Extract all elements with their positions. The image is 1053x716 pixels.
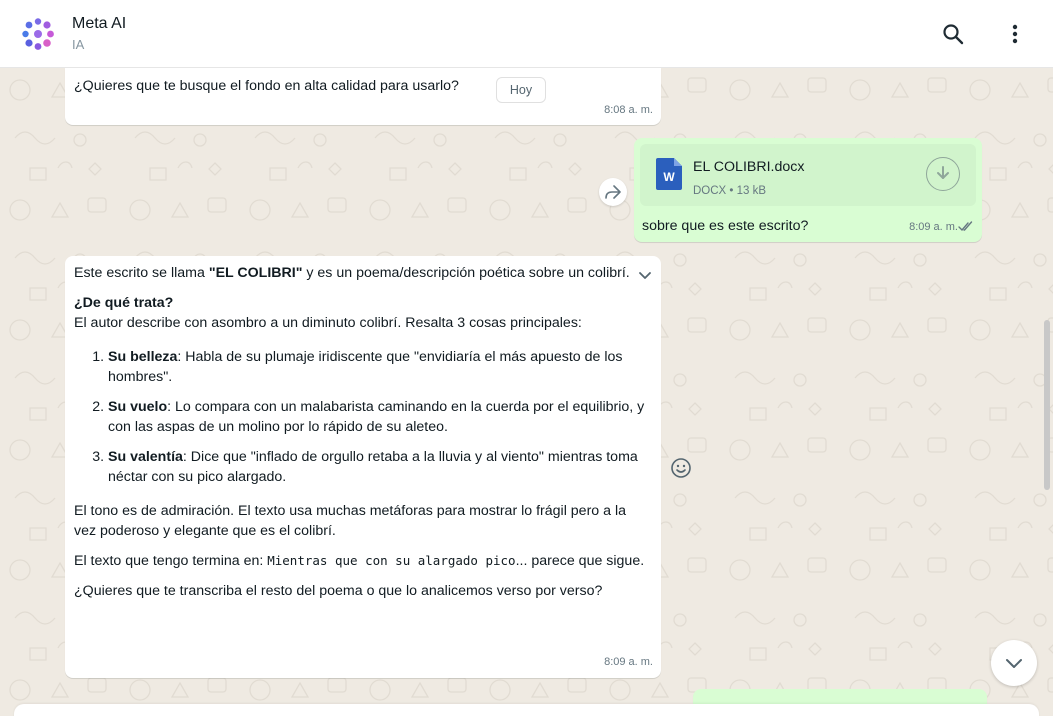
point-label: Su valentía: [108, 449, 183, 465]
intro-title: "EL COLIBRI": [208, 265, 303, 281]
list-item: Su belleza: Habla de su plumaje iridisce…: [108, 347, 652, 387]
ending-quote: Mientras que con su alargado pico: [267, 553, 516, 568]
intro-text-end: y es un poema/descripción poética sobre …: [302, 265, 630, 281]
incoming-message[interactable]: Este escrito se llama "EL COLIBRI" y es …: [65, 256, 661, 678]
message-text: sobre que es este escrito?: [642, 218, 809, 234]
ending-text: El texto que tengo termina en:: [74, 553, 268, 569]
summary-text: El autor describe con asombro a un dimin…: [74, 315, 582, 331]
contact-name: Meta AI: [72, 14, 127, 32]
svg-text:W: W: [663, 170, 675, 184]
point-text: : Lo compara con un malabarista caminand…: [108, 399, 645, 435]
scrollbar[interactable]: [1044, 320, 1050, 490]
scroll-to-bottom-button[interactable]: [991, 640, 1037, 686]
message-time: 8:09 a. m.: [909, 221, 958, 233]
date-chip: Hoy: [496, 77, 546, 103]
document-meta: DOCX • 13 kB: [693, 185, 767, 197]
points-list: Su belleza: Habla de su plumaje iridisce…: [108, 347, 652, 487]
section-heading: ¿De qué trata?: [74, 295, 174, 311]
message-body: Este escrito se llama "EL COLIBRI" y es …: [74, 263, 652, 611]
message-time: 8:09 a. m.: [604, 656, 653, 668]
intro-paragraph: Este escrito se llama "EL COLIBRI" y es …: [74, 263, 652, 283]
ending-text-end: ... parece que sigue.: [515, 553, 645, 569]
more-vertical-icon[interactable]: [999, 18, 1031, 50]
incoming-message[interactable]: ¿Quieres que te busque el fondo en alta …: [65, 68, 661, 125]
chat-area: ¿Quieres que te busque el fondo en alta …: [0, 68, 1053, 716]
download-icon[interactable]: [926, 157, 960, 191]
point-label: Su vuelo: [108, 399, 168, 415]
document-attachment[interactable]: W EL COLIBRI.docx DOCX • 13 kB: [640, 144, 976, 206]
double-check-icon: [958, 218, 974, 238]
tone-paragraph: El tono es de admiración. El texto usa m…: [74, 503, 627, 539]
point-text: : Dice que "inflado de orgullo retaba a …: [108, 449, 638, 485]
document-name: EL COLIBRI.docx: [693, 159, 805, 175]
list-item: Su valentía: Dice que "inflado de orgull…: [108, 447, 652, 487]
summary-paragraph: ¿De qué trata? El autor describe con asom…: [74, 293, 652, 333]
message-composer[interactable]: [14, 704, 1039, 716]
list-item: Su vuelo: Lo compara con un malabarista …: [108, 397, 652, 437]
question-paragraph: ¿Quieres que te transcriba el resto del …: [74, 583, 603, 599]
point-text: : Habla de su plumaje iridiscente que "e…: [108, 349, 623, 385]
intro-text: Este escrito se llama: [74, 265, 209, 281]
message-time: 8:08 a. m.: [604, 104, 653, 116]
contact-info[interactable]: Meta AI IA: [72, 14, 126, 54]
point-label: Su belleza: [108, 349, 178, 365]
chevron-down-icon: [1006, 658, 1022, 668]
forward-icon[interactable]: [599, 178, 627, 206]
contact-subtitle: IA: [72, 36, 85, 52]
meta-ai-logo-icon[interactable]: [18, 14, 58, 54]
word-document-icon: W: [656, 158, 682, 196]
emoji-reaction-icon[interactable]: [669, 456, 693, 480]
chat-header: Meta AI IA: [0, 0, 1053, 68]
header-actions: [937, 18, 1031, 50]
ending-paragraph: El texto que tengo termina en: Mientras …: [74, 551, 652, 571]
search-icon[interactable]: [937, 18, 969, 50]
message-text: ¿Quieres que te busque el fondo en alta …: [74, 78, 459, 94]
outgoing-message[interactable]: W EL COLIBRI.docx DOCX • 13 kB sobre que…: [634, 138, 982, 242]
